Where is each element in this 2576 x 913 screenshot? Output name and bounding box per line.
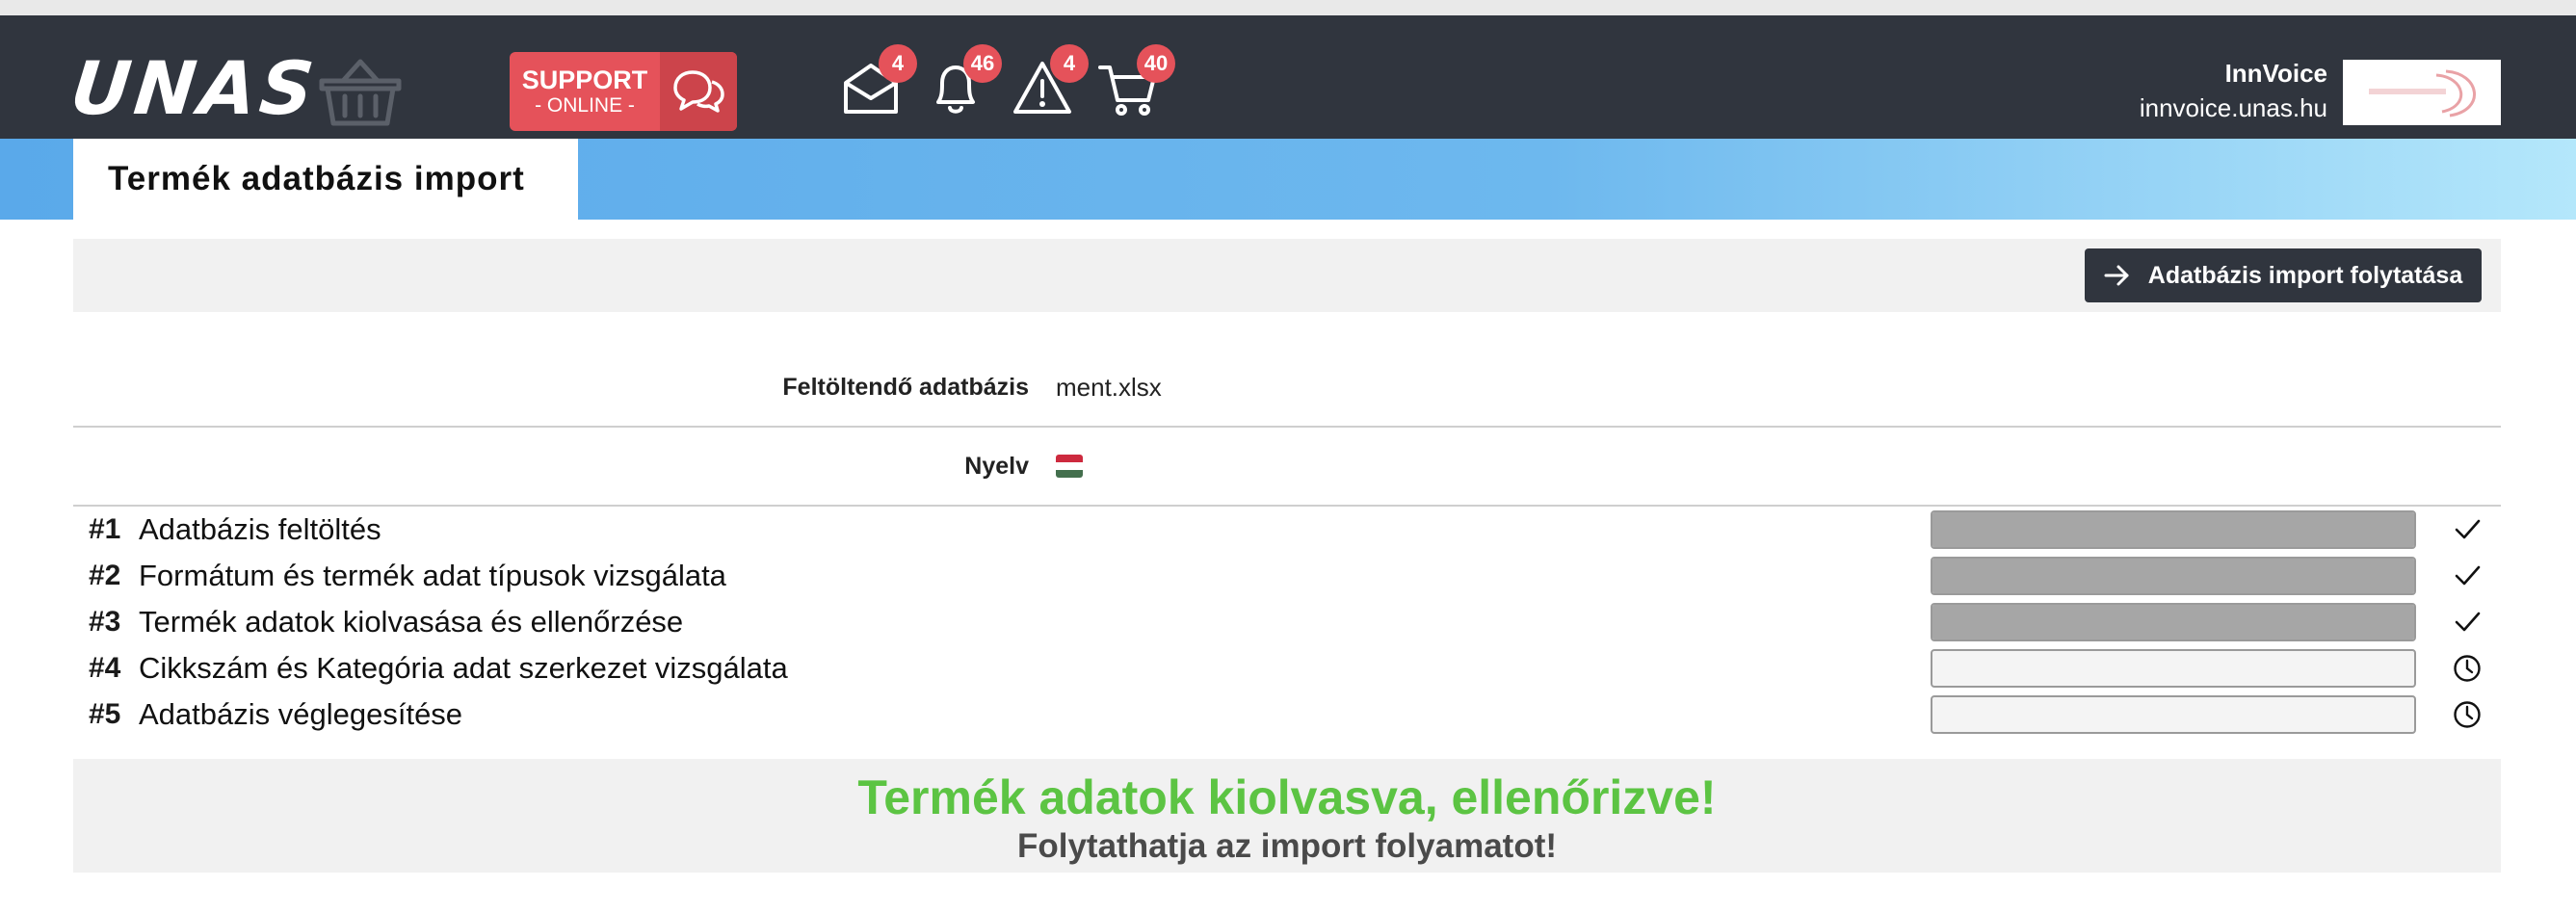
checkmark-icon	[2453, 561, 2482, 590]
step-number: #2	[89, 560, 121, 591]
notifications-badge: 46	[963, 44, 1002, 83]
action-bar: Adatbázis import folytatása	[73, 239, 2501, 312]
result-panel: Termék adatok kiolvasva, ellenőrizve! Fo…	[73, 759, 2501, 873]
step-progress-bar	[1931, 695, 2416, 734]
step-label: Termék adatok kiolvasása és ellenőrzése	[139, 605, 684, 639]
page-title: Termék adatbázis import	[73, 139, 578, 220]
file-label: Feltöltendő adatbázis	[782, 373, 1029, 401]
step-label: Adatbázis véglegesítése	[139, 697, 463, 731]
continue-import-button[interactable]: Adatbázis import folytatása	[2085, 248, 2482, 302]
alerts-badge: 4	[1050, 44, 1089, 83]
user-info[interactable]: InnVoice innvoice.unas.hu	[2140, 58, 2327, 125]
step-label: Cikkszám és Kategória adat szerkezet viz…	[139, 651, 788, 685]
support-title: SUPPORT	[521, 65, 648, 94]
basket-icon	[319, 59, 402, 126]
arrow-right-icon	[2104, 265, 2129, 286]
clock-icon	[2453, 700, 2482, 729]
messages-badge: 4	[879, 44, 917, 83]
top-navbar: UNAS SUPPORT - ONLINE - 4 46 4 40 InnVoi…	[0, 15, 2576, 139]
step-row: #4 Cikkszám és Kategória adat szerkezet …	[73, 645, 2501, 691]
clock-icon	[2453, 654, 2482, 683]
step-progress-bar	[1931, 557, 2416, 595]
support-online-button[interactable]: SUPPORT - ONLINE -	[510, 52, 737, 131]
language-row: Nyelv	[73, 428, 2501, 507]
import-steps: #1 Adatbázis feltöltés #2 Formátum és te…	[73, 507, 2501, 738]
step-number: #1	[89, 513, 121, 545]
checkmark-icon	[2453, 608, 2482, 637]
file-row: Feltöltendő adatbázis ment.xlsx	[73, 349, 2501, 428]
title-bar: Termék adatbázis import	[0, 139, 2576, 220]
result-title: Termék adatok kiolvasva, ellenőrizve!	[857, 770, 1717, 824]
hungarian-flag-icon	[1056, 455, 1083, 478]
step-number: #3	[89, 606, 121, 638]
checkmark-icon	[2453, 515, 2482, 544]
step-progress-bar	[1931, 510, 2416, 549]
step-progress-bar	[1931, 603, 2416, 641]
file-value: ment.xlsx	[1056, 372, 1162, 402]
user-name: InnVoice	[2224, 59, 2327, 88]
step-number: #4	[89, 652, 121, 684]
step-number: #5	[89, 698, 121, 730]
step-row: #2 Formátum és termék adat típusok vizsg…	[73, 553, 2501, 599]
support-subtitle: - ONLINE -	[535, 94, 635, 117]
step-label: Formátum és termék adat típusok vizsgála…	[139, 559, 726, 592]
cart-badge: 40	[1137, 44, 1175, 83]
alerts-button[interactable]: 4	[1012, 44, 1089, 119]
language-label: Nyelv	[964, 452, 1029, 480]
notifications-button[interactable]: 46	[925, 44, 1002, 119]
shop-logo	[2343, 60, 2501, 125]
step-progress-bar	[1931, 649, 2416, 688]
step-row: #3 Termék adatok kiolvasása és ellenőrzé…	[73, 599, 2501, 645]
step-label: Adatbázis feltöltés	[139, 512, 381, 546]
unas-logo[interactable]: UNAS	[66, 45, 321, 131]
messages-button[interactable]: 4	[840, 44, 917, 119]
chat-bubbles-icon	[660, 52, 737, 131]
step-row: #5 Adatbázis véglegesítése	[73, 691, 2501, 738]
browser-strip	[0, 0, 2576, 15]
cart-button[interactable]: 40	[1098, 44, 1175, 119]
user-domain: innvoice.unas.hu	[2139, 92, 2327, 122]
continue-import-label: Adatbázis import folytatása	[2147, 261, 2463, 289]
result-subtitle: Folytathatja az import folyamatot!	[1016, 827, 1558, 865]
step-row: #1 Adatbázis feltöltés	[73, 507, 2501, 553]
